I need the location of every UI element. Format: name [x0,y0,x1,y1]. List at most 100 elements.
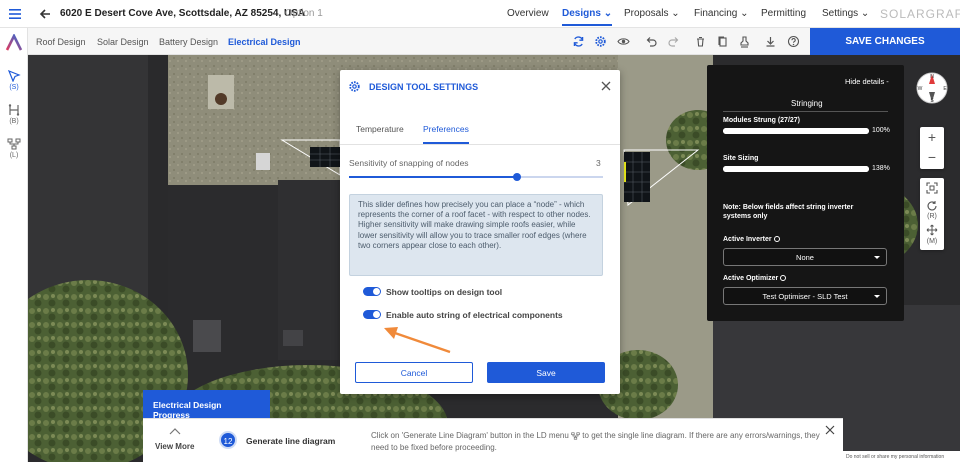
chevron-down-icon [874,256,880,259]
nav-designs[interactable]: Designs ⌄ [562,8,613,26]
zoom-controls: + − [920,127,944,169]
left-toolbar: (S) (B) (L) [0,28,28,462]
toggle-knob [373,288,380,295]
stringing-panel: Hide details - Stringing Modules Strung … [707,65,904,321]
tab-preferences[interactable]: Preferences [423,124,469,144]
chevron-down-icon [874,295,880,298]
modules-strung-bar [723,128,869,134]
electrical-design-progress-header[interactable]: Electrical Design Progress [143,390,270,420]
site-sizing-bar [723,166,869,172]
zoom-out-button[interactable]: − [920,149,944,165]
dialog-title: DESIGN TOOL SETTINGS [369,82,479,92]
snapping-slider[interactable] [349,173,603,181]
top-bar: 6020 E Desert Cove Ave, Scottsdale, AZ 8… [0,0,960,28]
save-changes-button[interactable]: SAVE CHANGES [810,28,960,55]
slider-info-box: This slider defines how precisely you ca… [349,194,603,276]
tab-temperature[interactable]: Temperature [356,124,404,134]
project-address: 6020 E Desert Cove Ave, Scottsdale, AZ 8… [60,8,306,19]
close-icon[interactable] [600,80,612,92]
nav-proposals[interactable]: Proposals ⌄ [624,8,680,19]
nav-settings[interactable]: Settings ⌄ [822,8,869,19]
zoom-in-button[interactable]: + [920,129,944,145]
nav-permitting[interactable]: Permitting [761,8,806,19]
line-diagram-shortcut: (L) [9,152,19,159]
nav-financing[interactable]: Financing ⌄ [694,8,749,19]
rotate-icon[interactable] [926,200,938,212]
stamp-icon[interactable] [738,35,751,48]
option-label: Option 1 [285,8,323,19]
hamburger-menu-icon[interactable] [8,7,22,21]
chevron-down-icon: ⌄ [671,8,680,19]
move-icon[interactable] [926,224,938,236]
snapping-slider-label: Sensitivity of snapping of nodes [349,158,469,168]
settings-gear-icon [349,81,360,92]
active-inverter-select[interactable]: None [723,248,887,266]
undo-icon[interactable] [645,35,658,48]
tab-divider [340,144,620,145]
chevron-up-icon[interactable] [169,428,181,435]
fit-screen-icon[interactable] [926,182,938,194]
view-more-link[interactable]: View More [155,442,194,451]
wire-tool-icon[interactable] [7,104,21,116]
select-pointer-icon[interactable] [7,70,21,82]
download-icon[interactable] [764,35,777,48]
annotation-arrow-icon [384,327,451,354]
step-text-before: Click on 'Generate Line Diagram' button … [371,431,569,440]
cancel-button[interactable]: Cancel [355,362,473,383]
copy-icon[interactable] [716,35,729,48]
site-sizing-percent: 138% [872,165,890,172]
help-icon[interactable] [787,35,800,48]
chevron-down-icon: ⌄ [740,8,749,19]
panel-divider [723,111,888,112]
step-description: Click on 'Generate Line Diagram' button … [371,430,821,454]
info-icon[interactable] [780,275,787,282]
compass-icon[interactable]: N E S W [912,68,952,108]
step-number-badge: 12 [219,431,237,449]
design-toolbar: Roof Design Solar Design Battery Design … [28,28,960,55]
select-shortcut: (S) [9,84,19,91]
refresh-icon[interactable] [572,35,585,48]
compass-west: W [918,86,923,92]
active-optimizer-label: Active Optimizer [723,275,787,282]
slider-fill [349,176,517,178]
auto-string-toggle[interactable] [363,310,381,319]
move-shortcut: (M) [926,238,938,245]
compass-north: N [930,74,934,80]
info-icon[interactable] [773,236,780,243]
step-title: Generate line diagram [246,436,336,446]
chevron-down-icon: ⌄ [860,8,870,19]
close-icon[interactable] [825,425,835,435]
line-diagram-icon[interactable] [7,138,21,150]
eye-icon[interactable] [617,35,630,48]
save-button[interactable]: Save [487,362,605,383]
tooltips-toggle-label: Show tooltips on design tool [386,287,503,297]
tab-battery-design[interactable]: Battery Design [159,37,218,47]
stringing-title: Stringing [791,99,823,108]
tab-solar-design[interactable]: Solar Design [97,37,149,47]
site-sizing-fill [723,166,869,172]
trash-icon[interactable] [694,35,707,48]
modules-strung-percent: 100% [872,127,890,134]
app-logo-icon [5,34,23,51]
tab-roof-design[interactable]: Roof Design [36,37,86,47]
wire-shortcut: (B) [9,118,19,125]
tab-electrical-design[interactable]: Electrical Design [228,37,301,47]
gear-icon[interactable] [594,35,607,48]
redo-icon[interactable] [667,35,680,48]
active-optimizer-select[interactable]: Test Optimiser - SLD Test [723,287,887,305]
site-sizing-label: Site Sizing [723,155,759,162]
back-arrow-icon[interactable] [38,7,52,21]
privacy-link[interactable]: Do not sell or share my personal informa… [843,451,960,462]
slider-thumb[interactable] [512,173,521,181]
chevron-down-icon: ⌄ [603,8,613,19]
nav-overview[interactable]: Overview [507,8,549,19]
active-inverter-label: Active Inverter [723,236,780,243]
string-inverter-note: Note: Below fields affect string inverte… [723,204,854,220]
toggle-knob [373,311,380,318]
hide-details-link[interactable]: Hide details - [845,77,889,86]
view-controls: (R) (M) [920,178,944,250]
brand-logo: SOLARGRAF [880,7,960,21]
progress-step-bar: View More 12 Generate line diagram Click… [143,418,843,462]
tooltips-toggle[interactable] [363,287,381,296]
snapping-slider-value: 3 [596,158,601,168]
